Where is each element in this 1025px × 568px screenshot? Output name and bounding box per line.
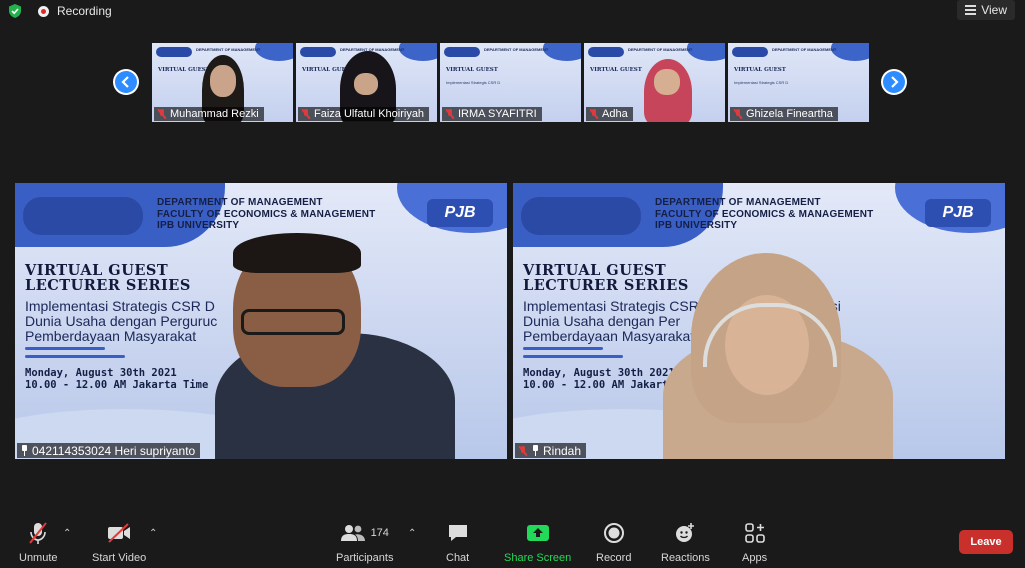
mic-off-icon [518, 445, 528, 456]
speaker-tile[interactable]: DEPARTMENT OF MANAGEMENT FACULTY OF ECON… [15, 183, 507, 459]
record-label: Record [596, 552, 632, 564]
mic-off-icon [29, 522, 48, 544]
ipb-logo [23, 197, 143, 235]
participant-name: Muhammad Rezki [170, 108, 259, 120]
audio-options-caret[interactable]: ⌃ [63, 528, 71, 539]
chevron-left-icon [115, 71, 137, 93]
participant-thumbnail[interactable]: DEPARTMENT OF MANAGEMENT VIRTUAL GUEST F… [296, 43, 437, 122]
reactions-label: Reactions [661, 552, 710, 564]
grid-view-icon [965, 5, 977, 15]
slide-decor-lines [523, 347, 623, 363]
speaker-tile[interactable]: DEPARTMENT OF MANAGEMENT FACULTY OF ECON… [513, 183, 1005, 459]
shield-check-icon[interactable] [8, 4, 22, 18]
video-off-icon [108, 523, 131, 543]
view-button[interactable]: View [957, 0, 1015, 20]
participant-name-tag: Ghizela Fineartha [730, 107, 838, 121]
slide-department: DEPARTMENT OF MANAGEMENT FACULTY OF ECON… [655, 197, 874, 231]
mic-off-icon [157, 109, 167, 119]
chat-label: Chat [446, 552, 470, 564]
recording-indicator[interactable]: Recording [38, 4, 112, 18]
slide-department: DEPARTMENT OF MANAGEMENT FACULTY OF ECON… [157, 197, 376, 231]
chat-icon [448, 525, 467, 541]
participant-thumbnail[interactable]: DEPARTMENT OF MANAGEMENT VIRTUAL GUEST M… [152, 43, 293, 122]
gallery-prev-button[interactable] [113, 69, 139, 95]
participant-thumbnail[interactable]: DEPARTMENT OF MANAGEMENT VIRTUAL GUEST I… [728, 43, 869, 122]
mic-off-icon [445, 109, 455, 119]
top-bar: Recording View [0, 0, 1025, 22]
reactions-button[interactable]: Reactions [661, 520, 710, 564]
apps-label: Apps [742, 552, 768, 564]
record-button[interactable]: Record [596, 520, 631, 564]
participant-name-tag: Faiza Ulfatul Khoiriyah [298, 107, 430, 121]
share-screen-button[interactable]: Share Screen [504, 520, 571, 564]
chat-button[interactable]: Chat [446, 520, 469, 564]
participants-icon [340, 525, 365, 541]
record-dot-icon [38, 5, 49, 17]
participants-options-caret[interactable]: ⌃ [408, 528, 416, 539]
participant-name-tag: IRMA SYAFITRI [442, 107, 542, 121]
slide-decor-lines [25, 347, 125, 363]
slide-dept: DEPARTMENT OF MANAGEMENT [772, 47, 837, 52]
slide-title: VIRTUAL GUEST LECTURER SERIES [25, 262, 191, 294]
mic-off-icon [733, 109, 743, 119]
pjb-logo: PJB [427, 199, 493, 227]
speaker-name: 042114353024 Heri supriyanto [32, 443, 196, 458]
participant-name: Ghizela Fineartha [746, 108, 833, 120]
slide-dept: DEPARTMENT OF MANAGEMENT [628, 47, 693, 52]
share-screen-icon [526, 525, 549, 541]
slide-title: VIRTUAL GUEST [734, 67, 786, 73]
start-video-label: Start Video [92, 552, 147, 564]
slide-topic: Implementasi Strategis CSR D [446, 80, 501, 85]
participant-thumbnail[interactable]: DEPARTMENT OF MANAGEMENT VIRTUAL GUEST I… [440, 43, 581, 122]
pin-icon [531, 445, 540, 456]
slide-topic: Implementasi Strategis CSR D [734, 80, 789, 85]
mic-off-icon [301, 109, 311, 119]
unmute-label: Unmute [19, 552, 58, 564]
share-screen-label: Share Screen [504, 552, 572, 564]
slide-topic: Implementasi Strategis CSR D Dunia Usaha… [25, 298, 218, 344]
leave-button[interactable]: Leave [959, 530, 1013, 554]
participant-name: Adha [602, 108, 628, 120]
slide-topic: Implementasi Strategis CSR Dunia Usaha d… [523, 298, 699, 344]
participant-thumbnail[interactable]: DEPARTMENT OF MANAGEMENT VIRTUAL GUEST A… [584, 43, 725, 122]
ipb-logo [521, 197, 641, 235]
participants-count: 174 [370, 527, 389, 539]
view-label: View [981, 3, 1007, 17]
apps-button[interactable]: Apps [742, 520, 767, 564]
slide-title: VIRTUAL GUEST LECTURER SERIES [523, 262, 689, 294]
pin-icon [20, 445, 29, 456]
gallery-next-button[interactable] [881, 69, 907, 95]
speaker-name-tag: Rindah [515, 443, 587, 458]
participant-name: Faiza Ulfatul Khoiriyah [314, 108, 425, 120]
participant-name-tag: Muhammad Rezki [154, 107, 264, 121]
participants-label: Participants [336, 552, 394, 564]
participant-name: IRMA SYAFITRI [458, 108, 537, 120]
gallery-strip: DEPARTMENT OF MANAGEMENT VIRTUAL GUEST M… [152, 43, 869, 122]
slide-dept: DEPARTMENT OF MANAGEMENT [484, 47, 549, 52]
participant-name-tag: Adha [586, 107, 633, 121]
reactions-icon [676, 523, 695, 542]
speaker-name-tag: 042114353024 Heri supriyanto [17, 443, 201, 458]
slide-title: VIRTUAL GUEST [590, 67, 642, 73]
pjb-logo: PJB [925, 199, 991, 227]
speaker-name: Rindah [543, 443, 582, 458]
unmute-button[interactable]: Unmute [19, 520, 58, 564]
slide-dept: DEPARTMENT OF MANAGEMENT [196, 47, 261, 52]
apps-icon [744, 523, 765, 543]
slide-title: VIRTUAL GUEST [446, 67, 498, 73]
recording-label: Recording [57, 4, 112, 18]
record-icon [603, 523, 624, 543]
slide-title: VIRTUAL GUEST [158, 67, 210, 73]
chevron-right-icon [883, 71, 905, 93]
participants-button[interactable]: 174 Participants [336, 520, 393, 564]
start-video-button[interactable]: Start Video [92, 520, 146, 564]
video-options-caret[interactable]: ⌃ [149, 528, 157, 539]
mic-off-icon [589, 109, 599, 119]
meeting-toolbar: Unmute ⌃ Start Video ⌃ 174 Participants … [0, 514, 1025, 568]
slide-date: Monday, August 30th 2021 10.00 - 12.00 A… [25, 367, 209, 391]
